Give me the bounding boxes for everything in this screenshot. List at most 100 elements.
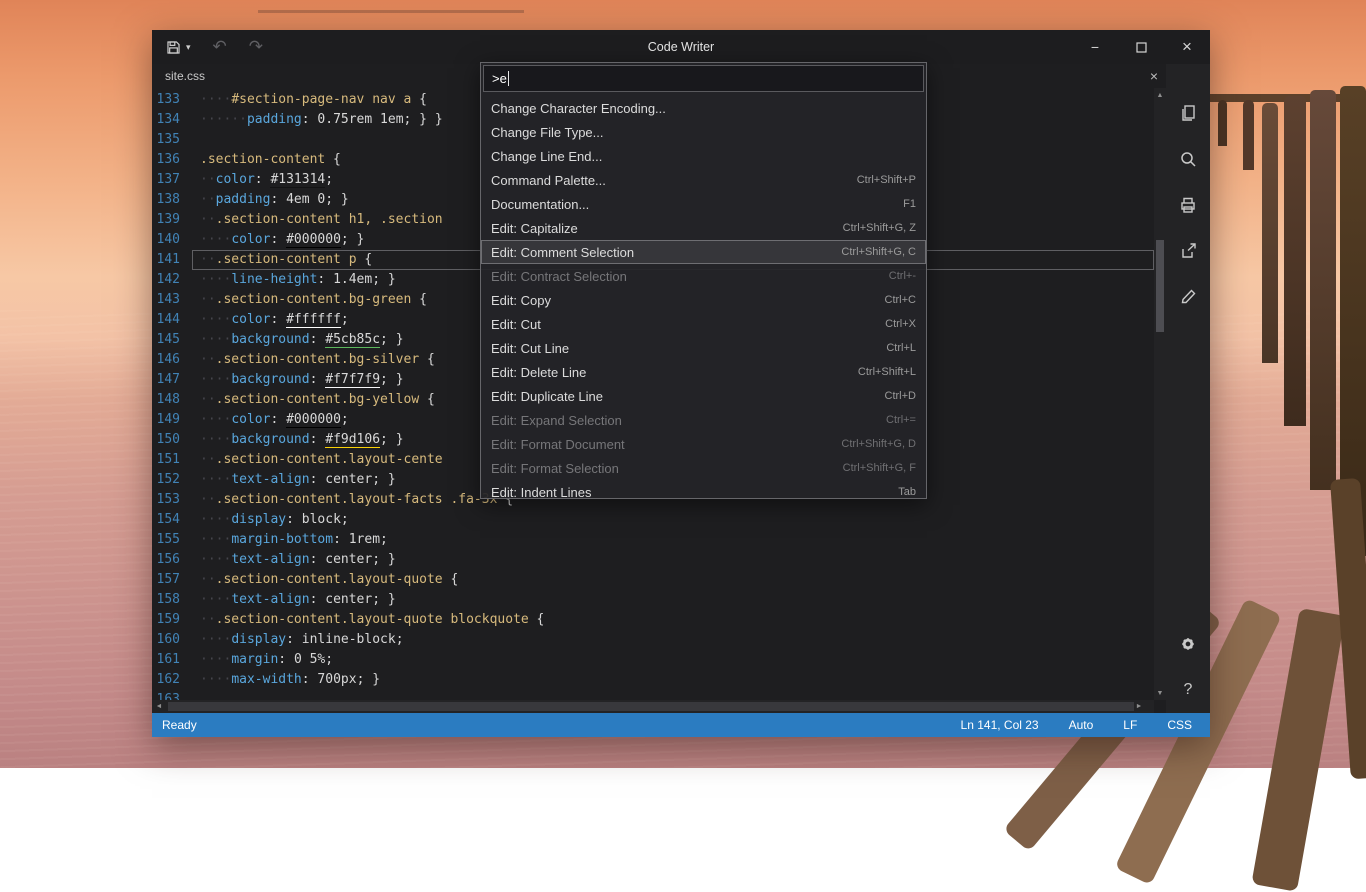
maximize-button[interactable] bbox=[1118, 30, 1164, 64]
vertical-scroll-thumb[interactable] bbox=[1156, 240, 1164, 332]
distant-pier bbox=[258, 10, 524, 13]
code-line[interactable]: 154····display: block; bbox=[152, 510, 1154, 530]
print-button[interactable] bbox=[1177, 194, 1199, 216]
line-number: 147 bbox=[152, 370, 192, 390]
line-code: ····margin-bottom: 1rem; bbox=[192, 530, 1154, 550]
palette-item[interactable]: Change Line End... bbox=[481, 144, 926, 168]
tab-site-css[interactable]: site.css bbox=[165, 64, 205, 88]
line-number: 154 bbox=[152, 510, 192, 530]
palette-item-shortcut: Ctrl+Shift+P bbox=[857, 174, 916, 186]
vertical-scrollbar[interactable]: ▲ ▼ bbox=[1154, 88, 1166, 700]
wooden-post bbox=[1310, 90, 1336, 490]
window-controls: − × bbox=[1030, 30, 1210, 64]
copy-page-button[interactable] bbox=[1177, 102, 1199, 124]
line-number: 156 bbox=[152, 550, 192, 570]
line-code: ····max-width: 700px; } bbox=[192, 670, 1154, 690]
scroll-left-icon[interactable]: ◄ bbox=[152, 700, 166, 713]
horizontal-scrollbar[interactable]: ◄ ► bbox=[152, 700, 1154, 713]
line-number: 160 bbox=[152, 630, 192, 650]
find-button[interactable] bbox=[1177, 148, 1199, 170]
gear-icon bbox=[1177, 633, 1199, 655]
undo-button[interactable]: ↶ bbox=[213, 37, 227, 57]
desktop: { "window": { "title": "Code Writer" }, … bbox=[0, 0, 1366, 768]
code-line[interactable]: 157··.section-content.layout-quote { bbox=[152, 570, 1154, 590]
palette-item-shortcut: Ctrl+Shift+G, C bbox=[841, 246, 916, 258]
line-ending-indicator[interactable]: LF bbox=[1123, 718, 1137, 732]
palette-item-shortcut: Tab bbox=[898, 486, 916, 498]
palette-item[interactable]: Change Character Encoding... bbox=[481, 96, 926, 120]
code-line[interactable]: 162····max-width: 700px; } bbox=[152, 670, 1154, 690]
line-number: 151 bbox=[152, 450, 192, 470]
palette-item-label: Edit: Cut Line bbox=[491, 341, 886, 356]
palette-item-label: Edit: Format Selection bbox=[491, 461, 843, 476]
edit-button[interactable] bbox=[1177, 286, 1199, 308]
minimize-button[interactable]: − bbox=[1072, 30, 1118, 64]
line-number: 152 bbox=[152, 470, 192, 490]
palette-item[interactable]: Edit: Contract SelectionCtrl+- bbox=[481, 264, 926, 288]
wooden-post bbox=[1262, 103, 1278, 363]
palette-item-shortcut: Ctrl+Shift+G, D bbox=[841, 438, 916, 450]
line-number: 158 bbox=[152, 590, 192, 610]
wooden-post bbox=[1218, 100, 1227, 146]
palette-item[interactable]: Edit: Duplicate LineCtrl+D bbox=[481, 384, 926, 408]
line-code: ····display: inline-block; bbox=[192, 630, 1154, 650]
code-line[interactable]: 163 bbox=[152, 690, 1154, 700]
save-dropdown-caret-icon: ▾ bbox=[186, 42, 191, 53]
titlebar-toolbar: ▾ ↶ ↷ bbox=[152, 37, 332, 57]
code-line[interactable]: 158····text-align: center; } bbox=[152, 590, 1154, 610]
palette-item-label: Change Character Encoding... bbox=[491, 101, 916, 116]
palette-item[interactable]: Command Palette...Ctrl+Shift+P bbox=[481, 168, 926, 192]
palette-item-label: Change File Type... bbox=[491, 125, 916, 140]
scroll-down-icon[interactable]: ▼ bbox=[1154, 686, 1166, 700]
settings-button[interactable] bbox=[1177, 633, 1199, 655]
palette-item[interactable]: Change File Type... bbox=[481, 120, 926, 144]
line-code bbox=[192, 690, 1154, 700]
title-bar[interactable]: ▾ ↶ ↷ Code Writer − × bbox=[152, 30, 1210, 64]
palette-item[interactable]: Edit: CopyCtrl+C bbox=[481, 288, 926, 312]
command-input[interactable]: >e bbox=[483, 65, 924, 92]
language-indicator[interactable]: CSS bbox=[1167, 718, 1192, 732]
palette-item-shortcut: Ctrl+D bbox=[885, 390, 916, 402]
horizontal-scroll-thumb[interactable] bbox=[168, 702, 1134, 711]
scroll-up-icon[interactable]: ▲ bbox=[1154, 88, 1166, 102]
line-number: 146 bbox=[152, 350, 192, 370]
palette-item[interactable]: Edit: CutCtrl+X bbox=[481, 312, 926, 336]
palette-item[interactable]: Edit: CapitalizeCtrl+Shift+G, Z bbox=[481, 216, 926, 240]
copy-page-icon bbox=[1178, 103, 1198, 123]
command-query: >e bbox=[492, 71, 507, 86]
palette-item[interactable]: Edit: Cut LineCtrl+L bbox=[481, 336, 926, 360]
code-line[interactable]: 160····display: inline-block; bbox=[152, 630, 1154, 650]
save-button[interactable]: ▾ bbox=[165, 39, 191, 56]
line-number: 149 bbox=[152, 410, 192, 430]
command-palette: >e Change Character Encoding... Change Fi… bbox=[480, 62, 927, 499]
code-line[interactable]: 161····margin: 0 5%; bbox=[152, 650, 1154, 670]
palette-item[interactable]: Edit: Format SelectionCtrl+Shift+G, F bbox=[481, 456, 926, 480]
palette-item[interactable]: Edit: Expand SelectionCtrl+= bbox=[481, 408, 926, 432]
tab-close-icon[interactable]: × bbox=[1150, 64, 1158, 88]
line-number: 137 bbox=[152, 170, 192, 190]
palette-item[interactable]: Edit: Delete LineCtrl+Shift+L bbox=[481, 360, 926, 384]
line-number: 140 bbox=[152, 230, 192, 250]
palette-item-label: Edit: Capitalize bbox=[491, 221, 843, 236]
palette-item[interactable]: Edit: Comment SelectionCtrl+Shift+G, C bbox=[481, 240, 926, 264]
code-line[interactable]: 159··.section-content.layout-quote block… bbox=[152, 610, 1154, 630]
code-line[interactable]: 155····margin-bottom: 1rem; bbox=[152, 530, 1154, 550]
scroll-right-icon[interactable]: ► bbox=[1132, 700, 1146, 713]
palette-item[interactable]: Documentation...F1 bbox=[481, 192, 926, 216]
line-number: 142 bbox=[152, 270, 192, 290]
code-line[interactable]: 156····text-align: center; } bbox=[152, 550, 1154, 570]
redo-button[interactable]: ↷ bbox=[249, 37, 263, 57]
encoding-indicator[interactable]: Auto bbox=[1069, 718, 1094, 732]
palette-item[interactable]: Edit: Indent LinesTab bbox=[481, 480, 926, 498]
help-button[interactable]: ? bbox=[1177, 679, 1199, 701]
palette-item-shortcut: Ctrl+= bbox=[886, 414, 916, 426]
search-icon bbox=[1178, 149, 1198, 169]
cursor-position[interactable]: Ln 141, Col 23 bbox=[961, 718, 1039, 732]
close-button[interactable]: × bbox=[1164, 30, 1210, 64]
share-button[interactable] bbox=[1177, 240, 1199, 262]
line-number: 135 bbox=[152, 130, 192, 150]
palette-item-label: Edit: Delete Line bbox=[491, 365, 858, 380]
wooden-post bbox=[1284, 96, 1306, 426]
palette-item[interactable]: Edit: Format DocumentCtrl+Shift+G, D bbox=[481, 432, 926, 456]
palette-item-shortcut: Ctrl+Shift+G, Z bbox=[843, 222, 916, 234]
